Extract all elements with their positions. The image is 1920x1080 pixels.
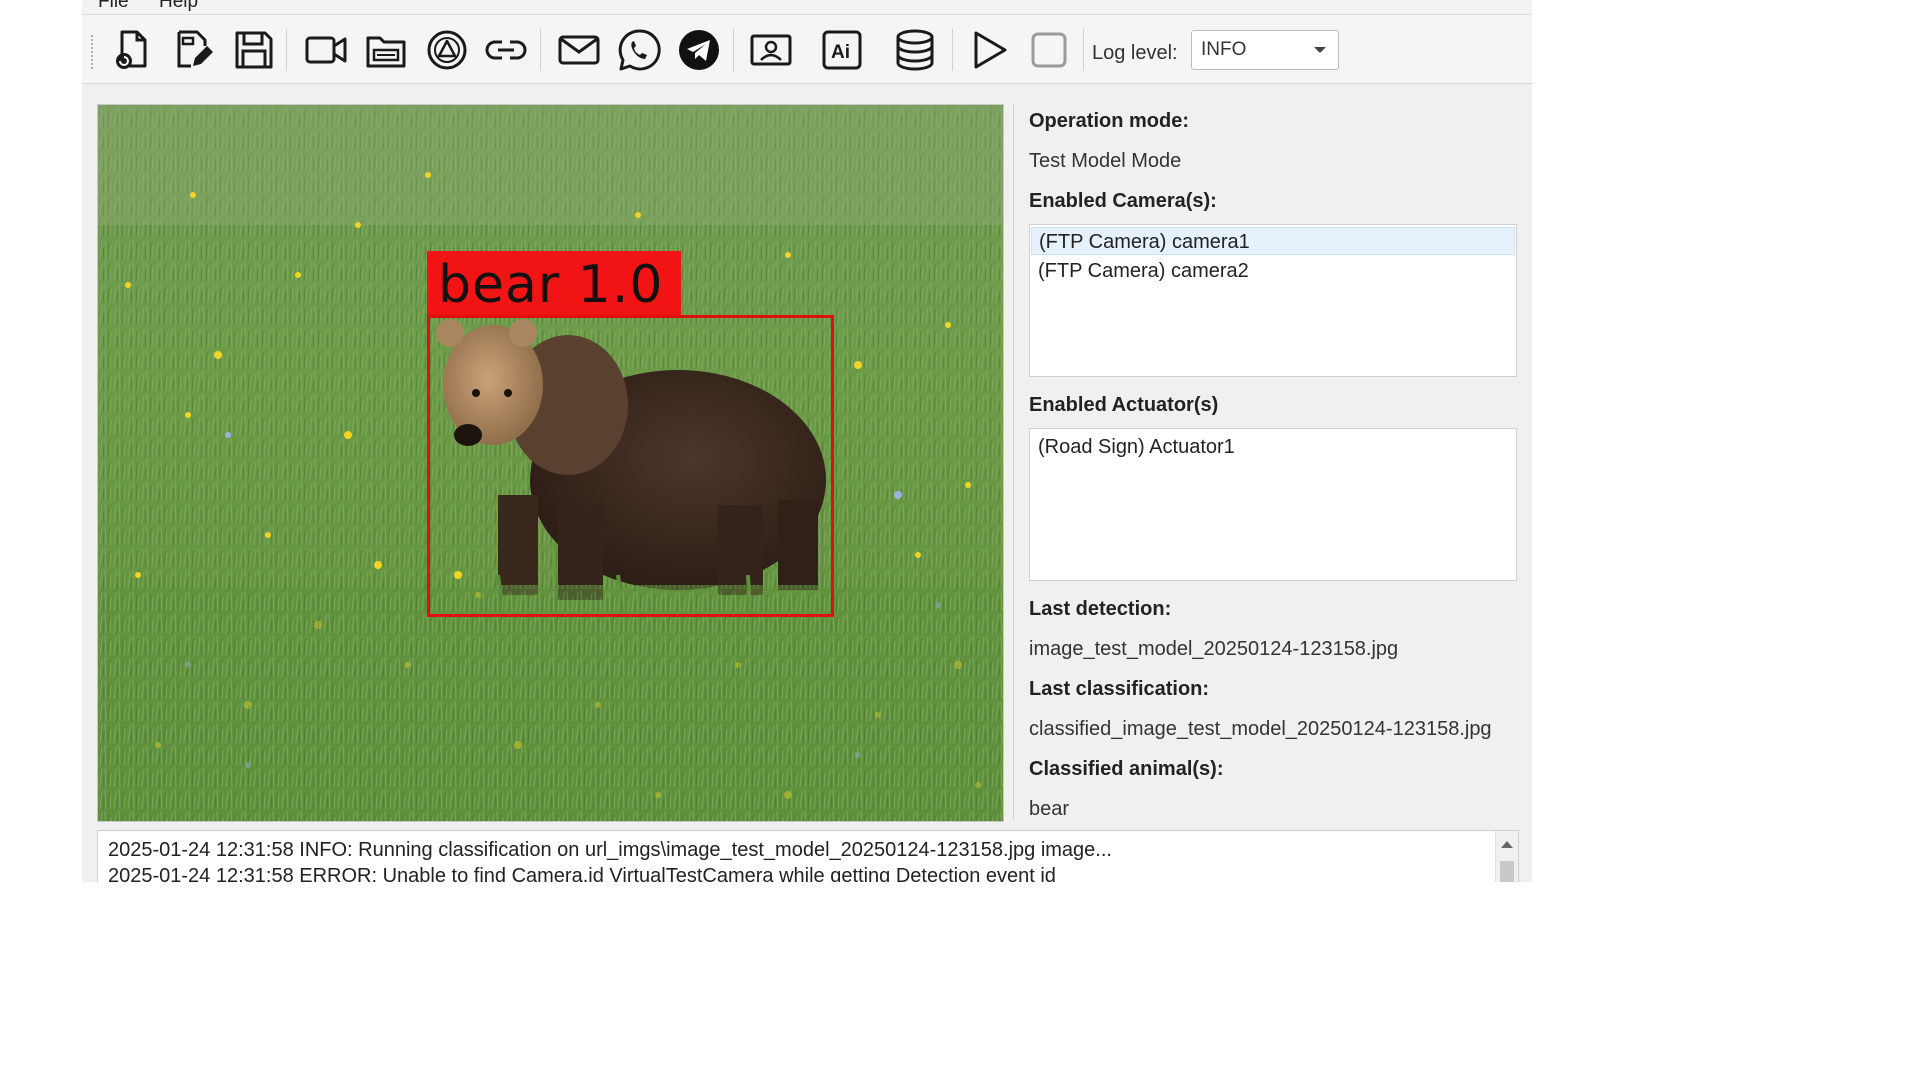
toolbar-separator xyxy=(1083,29,1084,71)
actuator-button[interactable] xyxy=(422,25,472,75)
detection-bounding-box xyxy=(427,315,834,617)
classified-animals-value: bear xyxy=(1029,798,1070,820)
log-level-label: Log level: xyxy=(1092,42,1178,64)
toolbar-separator xyxy=(540,29,541,71)
svg-text:Ai: Ai xyxy=(831,42,850,63)
detection-image-panel: bear 1.0 xyxy=(97,104,1004,822)
whatsapp-button[interactable] xyxy=(614,25,664,75)
database-button[interactable] xyxy=(890,25,940,75)
stop-icon xyxy=(1031,32,1067,68)
actuator-icon xyxy=(427,30,467,70)
toolbar: Ai Log level: INFO xyxy=(82,15,1532,84)
save-button[interactable] xyxy=(229,25,279,75)
last-detection-value: image_test_model_20250124-123158.jpg xyxy=(1029,638,1399,660)
contact-icon xyxy=(750,34,792,66)
last-classification-label: Last classification: xyxy=(1029,678,1210,700)
log-line: 2025-01-24 12:31:58 ERROR: Unable to fin… xyxy=(108,865,1056,882)
scroll-up-icon[interactable] xyxy=(1501,841,1513,848)
camera-list-item[interactable]: (FTP Camera) camera2 xyxy=(1031,257,1515,285)
actuators-list[interactable]: (Road Sign) Actuator1 xyxy=(1029,428,1517,581)
scroll-thumb[interactable] xyxy=(1500,861,1514,882)
operation-mode-label: Operation mode: xyxy=(1029,110,1190,132)
info-panel: Operation mode: Test Model Mode Enabled … xyxy=(1029,104,1524,824)
database-icon xyxy=(896,29,934,71)
play-icon xyxy=(974,31,1007,69)
chevron-down-icon xyxy=(1314,47,1326,53)
actuators-label: Enabled Actuator(s) xyxy=(1029,394,1219,416)
log-scrollbar[interactable] xyxy=(1495,831,1518,882)
cameras-label: Enabled Camera(s): xyxy=(1029,190,1217,212)
last-detection-label: Last detection: xyxy=(1029,598,1172,620)
camera-button[interactable] xyxy=(301,25,351,75)
toolbar-separator xyxy=(286,29,287,71)
menu-help[interactable]: Help xyxy=(159,0,198,13)
cameras-list[interactable]: (FTP Camera) camera1 (FTP Camera) camera… xyxy=(1029,224,1517,377)
new-config-button[interactable] xyxy=(107,25,157,75)
panel-splitter[interactable] xyxy=(1013,104,1014,820)
edit-config-button[interactable] xyxy=(168,25,218,75)
email-icon xyxy=(558,35,600,65)
app-window: File Help Ai Log level: INFO bear 1.0 Op… xyxy=(82,0,1532,882)
link-button[interactable] xyxy=(481,25,531,75)
link-icon xyxy=(485,40,527,60)
stop-button[interactable] xyxy=(1024,25,1074,75)
ai-button[interactable]: Ai xyxy=(817,25,867,75)
operation-mode-value: Test Model Mode xyxy=(1029,150,1182,172)
camera-list-item[interactable]: (FTP Camera) camera1 xyxy=(1031,227,1515,255)
email-button[interactable] xyxy=(554,25,604,75)
classified-animals-label: Classified animal(s): xyxy=(1029,758,1224,780)
last-classification-value: classified_image_test_model_20250124-123… xyxy=(1029,718,1492,740)
telegram-icon xyxy=(679,30,719,70)
contact-button[interactable] xyxy=(746,25,796,75)
edit-config-icon xyxy=(177,30,213,68)
log-level-value: INFO xyxy=(1201,39,1247,60)
toolbar-grip[interactable] xyxy=(91,35,97,69)
telegram-button[interactable] xyxy=(674,25,724,75)
ai-icon: Ai xyxy=(822,30,862,70)
whatsapp-icon xyxy=(618,29,661,71)
actuator-list-item[interactable]: (Road Sign) Actuator1 xyxy=(1031,433,1515,461)
log-output[interactable]: 2025-01-24 12:31:58 INFO: Running classi… xyxy=(97,830,1519,882)
log-level-select[interactable]: INFO xyxy=(1191,30,1339,70)
log-line: 2025-01-24 12:31:58 INFO: Running classi… xyxy=(108,839,1112,861)
menubar: File Help xyxy=(82,0,1532,15)
camera-icon xyxy=(305,36,347,64)
new-config-icon xyxy=(116,30,147,69)
ftp-folder-icon xyxy=(366,36,406,68)
ftp-folder-button[interactable] xyxy=(361,25,411,75)
detection-label: bear 1.0 xyxy=(438,255,664,315)
save-icon xyxy=(235,31,273,69)
menu-file[interactable]: File xyxy=(98,0,129,13)
toolbar-separator xyxy=(952,29,953,71)
toolbar-separator xyxy=(733,29,734,71)
play-button[interactable] xyxy=(964,25,1014,75)
